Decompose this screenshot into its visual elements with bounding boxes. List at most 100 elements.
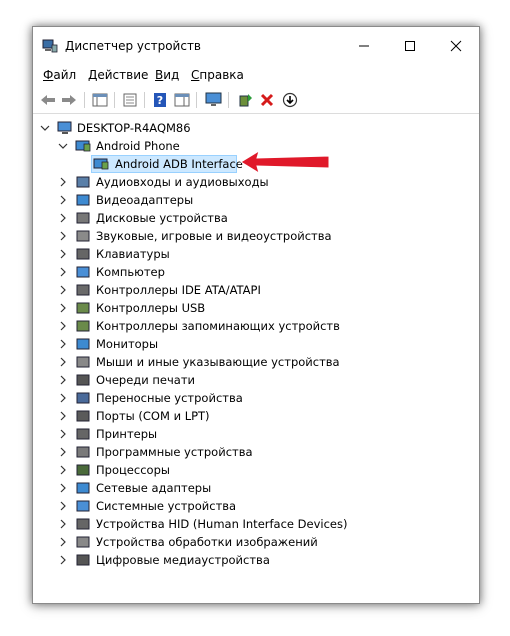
device-category-icon <box>76 536 90 548</box>
tree-category[interactable]: Звуковые, игровые и видеоустройства <box>33 227 479 245</box>
tree-category[interactable]: Устройства обработки изображений <box>33 533 479 551</box>
adb-interface-icon <box>93 158 109 170</box>
chevron-right-icon <box>60 267 66 277</box>
tree-item-label: Android Phone <box>96 139 180 153</box>
toolbar-separator <box>144 92 145 108</box>
chevron-right-icon <box>60 249 66 259</box>
title-bar[interactable]: Диспетчер устройств <box>33 27 479 65</box>
disable-device-button[interactable] <box>281 91 299 109</box>
device-tree: DESKTOP-R4AQM86 Android Phone Android AD… <box>33 115 479 603</box>
chevron-right-icon <box>60 411 66 421</box>
show-hide-console-tree-button[interactable] <box>91 91 109 109</box>
action-pane-icon <box>174 93 190 107</box>
chevron-right-icon <box>60 537 66 547</box>
chevron-right-icon <box>60 519 66 529</box>
close-icon <box>450 40 462 52</box>
tree-category[interactable]: Контроллеры запоминающих устройств <box>33 317 479 335</box>
tree-category[interactable]: Дисковые устройства <box>33 209 479 227</box>
minimize-button[interactable] <box>341 27 387 65</box>
tree-category-label: Устройства HID (Human Interface Devices) <box>96 517 348 531</box>
properties-icon <box>123 93 137 107</box>
tree-root[interactable]: DESKTOP-R4AQM86 <box>33 119 479 137</box>
computer-icon <box>57 121 72 134</box>
chevron-right-icon <box>60 465 66 475</box>
tree-category[interactable]: Переносные устройства <box>33 389 479 407</box>
back-arrow-icon <box>41 95 55 105</box>
uninstall-device-button[interactable] <box>258 91 276 109</box>
chevron-right-icon <box>60 303 66 313</box>
device-category-icon <box>76 176 90 188</box>
action-pane-button[interactable] <box>173 91 191 109</box>
device-category-icon <box>76 482 90 494</box>
maximize-button[interactable] <box>387 27 433 65</box>
device-category-icon <box>76 212 90 224</box>
tree-category[interactable]: Очереди печати <box>33 371 479 389</box>
maximize-icon <box>405 41 415 51</box>
download-circle-icon <box>282 92 298 108</box>
tree-category[interactable]: Клавиатуры <box>33 245 479 263</box>
update-driver-icon <box>239 94 252 107</box>
help-button[interactable]: ? <box>151 91 169 109</box>
tree-category-label: Устройства обработки изображений <box>96 535 318 549</box>
device-category-icon <box>76 320 90 332</box>
forward-arrow-icon <box>62 95 76 105</box>
menu-help[interactable]: Справка <box>191 68 244 82</box>
device-category-icon <box>76 230 90 242</box>
minimize-icon <box>359 45 369 47</box>
tree-category[interactable]: Принтеры <box>33 425 479 443</box>
red-pointer-arrow <box>240 149 330 175</box>
menu-action[interactable]: Действие <box>88 68 148 82</box>
tree-category[interactable]: Порты (COM и LPT) <box>33 407 479 425</box>
chevron-right-icon <box>60 555 66 565</box>
update-driver-button[interactable] <box>236 91 254 109</box>
chevron-down-icon <box>40 125 50 131</box>
tree-category[interactable]: Процессоры <box>33 461 479 479</box>
chevron-right-icon <box>60 375 66 385</box>
chevron-right-icon <box>60 429 66 439</box>
forward-button[interactable] <box>60 91 78 109</box>
chevron-right-icon <box>60 483 66 493</box>
chevron-right-icon <box>60 177 66 187</box>
chevron-right-icon <box>60 195 66 205</box>
tree-category[interactable]: Сетевые адаптеры <box>33 479 479 497</box>
tree-item-label: Android ADB Interface <box>115 157 243 171</box>
menu-bar: Файл Действие Вид Справка <box>33 65 479 87</box>
device-category-icon <box>76 248 90 260</box>
computer-name: DESKTOP-R4AQM86 <box>77 121 191 135</box>
device-category-icon <box>76 464 90 476</box>
tree-category[interactable]: Цифровые медиаустройства <box>33 551 479 569</box>
uninstall-x-icon <box>260 93 274 107</box>
tree-category-label: Принтеры <box>96 427 158 441</box>
device-category-icon <box>76 284 90 296</box>
menu-file[interactable]: Файл <box>43 68 76 82</box>
device-category-icon <box>76 356 90 368</box>
chevron-right-icon <box>60 501 66 511</box>
chevron-right-icon <box>60 339 66 349</box>
tree-category[interactable]: Устройства HID (Human Interface Devices) <box>33 515 479 533</box>
tree-category[interactable]: Контроллеры USB <box>33 299 479 317</box>
back-button[interactable] <box>39 91 57 109</box>
help-icon: ? <box>154 93 166 107</box>
device-category-icon <box>76 194 90 206</box>
tree-category[interactable]: Мониторы <box>33 335 479 353</box>
tree-category[interactable]: Мыши и иные указывающие устройства <box>33 353 479 371</box>
device-category-icon <box>76 266 90 278</box>
tree-category-label: Сетевые адаптеры <box>96 481 212 495</box>
tree-category-label: Клавиатуры <box>96 247 170 261</box>
close-button[interactable] <box>433 27 479 65</box>
scan-hardware-button[interactable] <box>205 91 223 109</box>
chevron-right-icon <box>60 393 66 403</box>
tree-category-label: Дисковые устройства <box>96 211 228 225</box>
properties-button[interactable] <box>121 91 139 109</box>
tree-category[interactable]: Компьютер <box>33 263 479 281</box>
tree-category-label: Мониторы <box>96 337 159 351</box>
menu-view[interactable]: Вид <box>155 68 179 82</box>
device-category-icon <box>76 554 90 566</box>
device-manager-window: Диспетчер устройств Файл Действие Вид Сп… <box>32 26 480 604</box>
chevron-right-icon <box>60 285 66 295</box>
tree-category[interactable]: Видеоадаптеры <box>33 191 479 209</box>
tree-category[interactable]: Программные устройства <box>33 443 479 461</box>
tree-category[interactable]: Контроллеры IDE ATA/ATAPI <box>33 281 479 299</box>
tree-category-label: Системные устройства <box>96 499 237 513</box>
tree-category[interactable]: Системные устройства <box>33 497 479 515</box>
